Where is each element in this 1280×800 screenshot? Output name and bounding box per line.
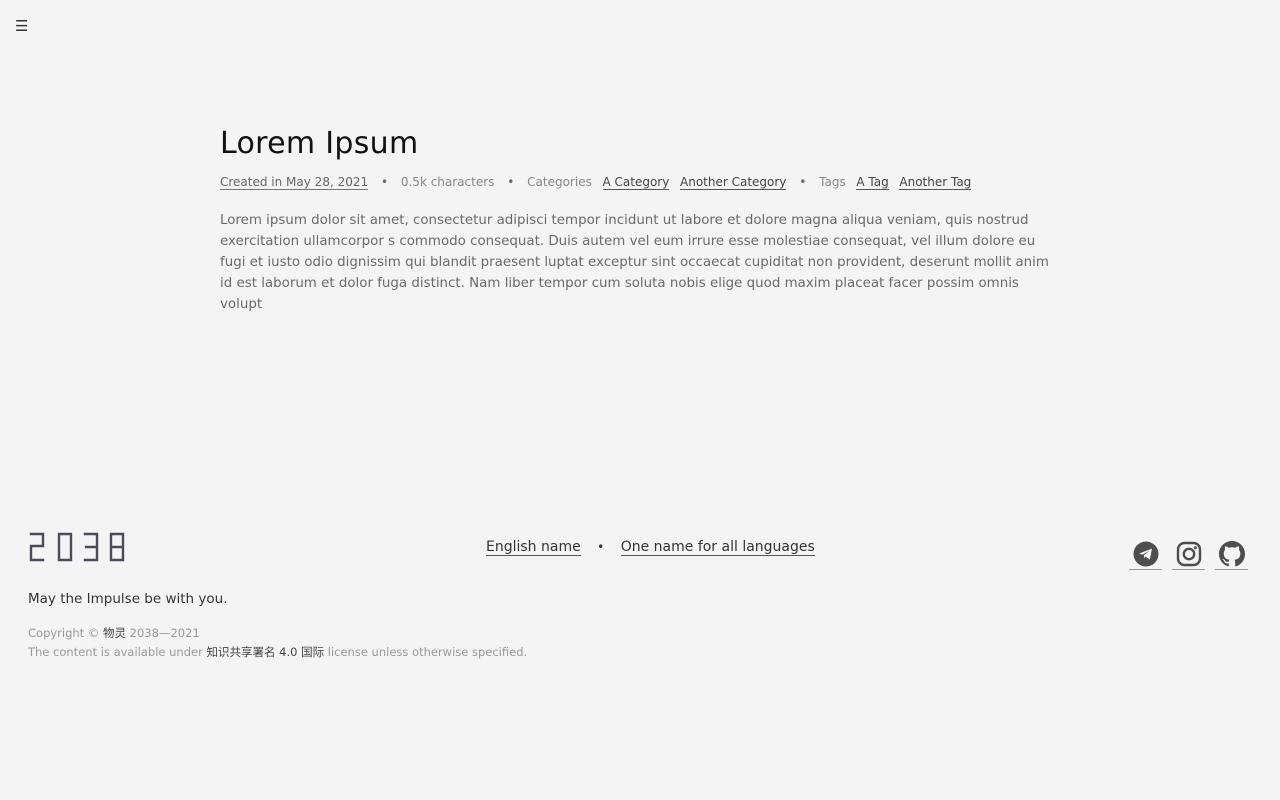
- meta-separator: •: [507, 175, 515, 189]
- copyright: Copyright © 物灵 2038—2021 The content is …: [28, 624, 527, 661]
- telegram-icon: [1133, 541, 1158, 567]
- license-suffix: license unless otherwise specified.: [324, 644, 528, 659]
- categories-label: Categories: [527, 175, 592, 189]
- article: Lorem Ipsum Created in May 28, 2021 • 0.…: [220, 120, 1050, 328]
- universal-name-link[interactable]: One name for all languages: [620, 539, 815, 556]
- post-body: Lorem ipsum dolor sit amet, consectetur …: [220, 213, 1049, 312]
- category-link-a-category[interactable]: A Category: [602, 175, 670, 190]
- site-logo[interactable]: 2038: [29, 531, 127, 567]
- post-title: Lorem Ipsum: [220, 126, 419, 161]
- tag-link-another-tag[interactable]: Another Tag: [899, 175, 972, 190]
- logo-2038-icon: 2038: [29, 532, 125, 562]
- instagram-link[interactable]: [1172, 539, 1205, 570]
- owner-link[interactable]: 物灵: [103, 626, 126, 640]
- copyright-years: 2038—2021: [126, 626, 200, 640]
- category-link-another-category[interactable]: Another Category: [680, 175, 787, 190]
- post-meta: Created in May 28, 2021 • 0.5k character…: [220, 172, 1050, 192]
- site-motto: May the Impulse be with you.: [28, 591, 228, 607]
- english-name-link[interactable]: English name: [486, 539, 581, 556]
- names-separator: •: [597, 540, 605, 554]
- menu-button[interactable]: ☰: [15, 16, 31, 36]
- tags-label: Tags: [819, 175, 846, 189]
- github-icon: [1218, 541, 1245, 567]
- created-date-link[interactable]: Created in May 28, 2021: [220, 175, 369, 190]
- hamburger-icon: ☰: [15, 17, 29, 35]
- meta-separator: •: [380, 175, 389, 189]
- footer-names: English name • One name for all language…: [486, 537, 815, 557]
- github-link[interactable]: [1215, 539, 1248, 570]
- tag-link-a-tag[interactable]: A Tag: [856, 175, 889, 190]
- instagram-icon: [1176, 541, 1201, 567]
- copyright-line: Copyright © 物灵 2038—2021: [28, 624, 527, 643]
- meta-separator: •: [799, 175, 807, 189]
- character-count: 0.5k characters: [400, 175, 495, 189]
- copyright-prefix: Copyright ©: [28, 626, 104, 640]
- license-prefix: The content is available under: [28, 644, 207, 659]
- telegram-link[interactable]: [1129, 539, 1162, 570]
- license-line: The content is available under 知识共享署名 4.…: [28, 643, 527, 662]
- license-link[interactable]: 知识共享署名 4.0 国际: [206, 645, 324, 659]
- social-links: [1129, 539, 1248, 570]
